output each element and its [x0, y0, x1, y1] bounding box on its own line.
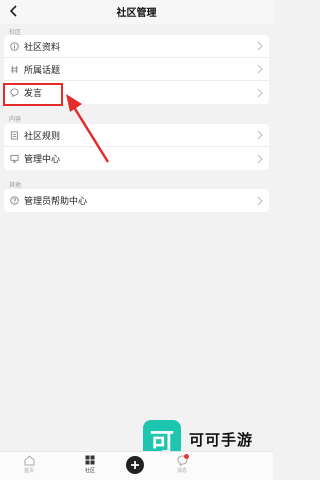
tab-messages-label: 消息: [176, 468, 187, 474]
annotation-arrow: [66, 94, 110, 163]
grid-icon: [85, 455, 95, 465]
bottom-navigation: 首页 社区 消息: [0, 451, 273, 480]
tab-community[interactable]: 社区: [75, 454, 105, 474]
add-post-button[interactable]: [126, 456, 144, 474]
tab-messages[interactable]: 消息: [167, 454, 197, 474]
tab-home[interactable]: 首页: [14, 454, 44, 474]
plus-icon: [131, 461, 139, 469]
tab-community-label: 社区: [84, 468, 95, 474]
home-icon: [24, 454, 34, 465]
tab-home-label: 首页: [23, 468, 34, 474]
watermark-text: 可可手游: [189, 430, 254, 449]
notification-badge: [184, 454, 189, 459]
